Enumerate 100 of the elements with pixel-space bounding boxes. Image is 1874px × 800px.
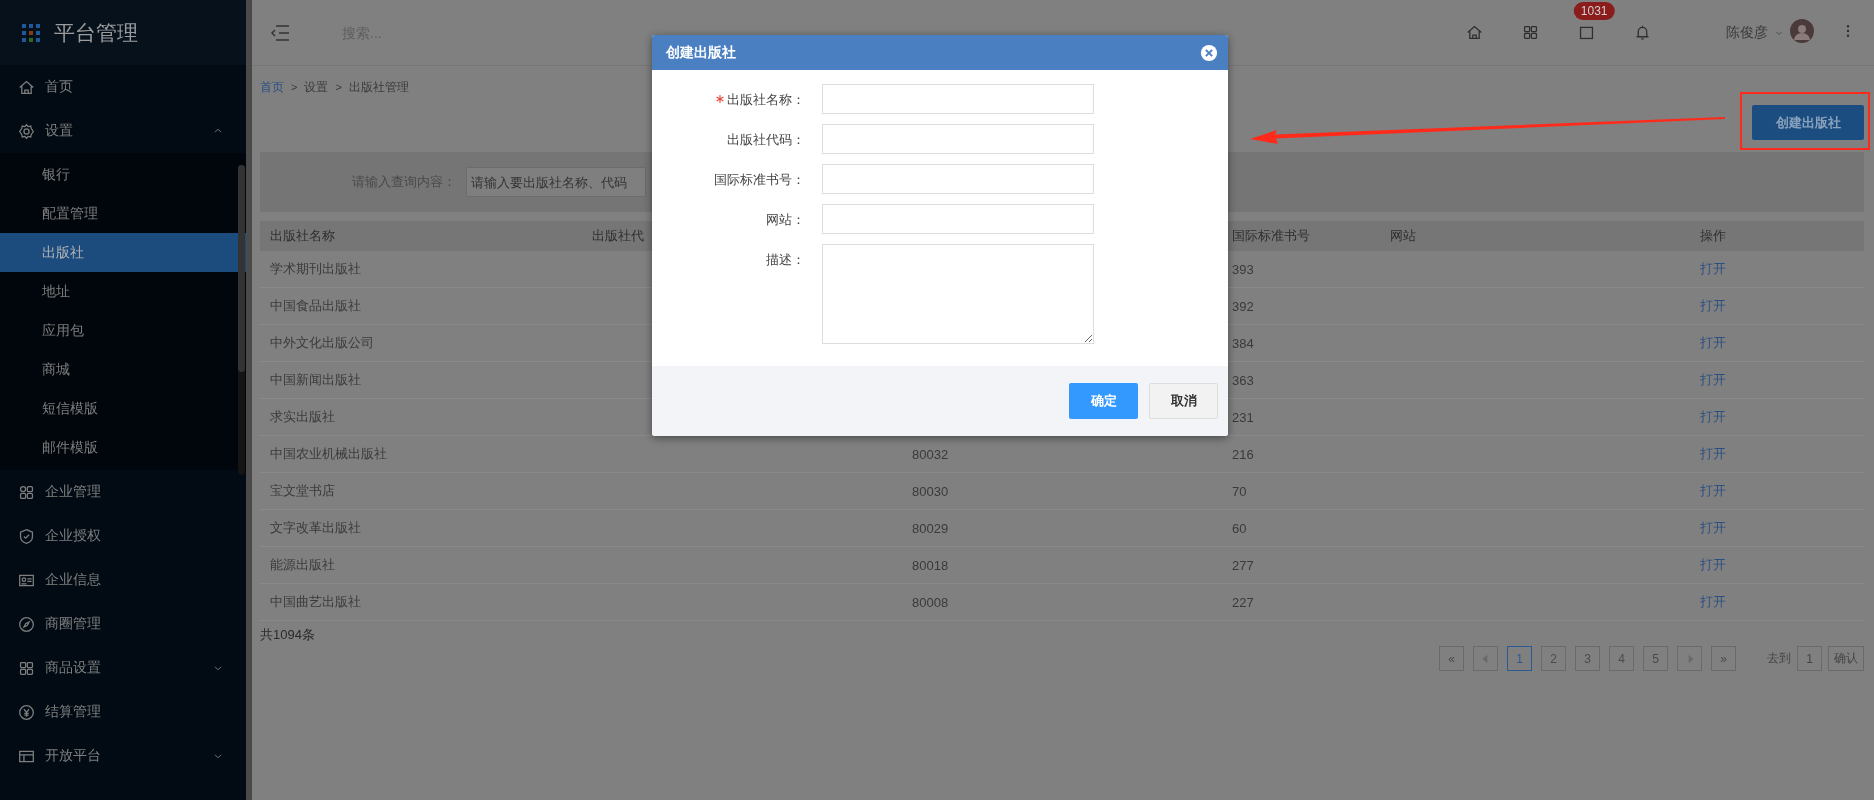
sidebar-item[interactable]: 设置 (0, 109, 246, 153)
sidebar-item[interactable]: 商圈管理 (0, 602, 246, 646)
open-link[interactable]: 打开 (1700, 371, 1726, 389)
table-cell: 393 (1232, 261, 1254, 277)
shield-icon (18, 527, 35, 545)
open-link[interactable]: 打开 (1700, 408, 1726, 426)
text-field[interactable] (822, 204, 1094, 234)
table-cell: 中国新闻出版社 (270, 371, 361, 389)
sidebar-subitem[interactable]: 出版社 (0, 233, 246, 272)
settings-icon (18, 122, 35, 140)
table-cell: 宝文堂书店 (270, 482, 335, 500)
create-button[interactable]: 创建出版社 (1752, 105, 1864, 140)
breadcrumb-link[interactable]: 首页 (260, 78, 284, 96)
table-cell: 384 (1232, 335, 1254, 351)
table-cell: 中外文化出版公司 (270, 334, 374, 352)
user-name[interactable]: 陈俊彦 (1726, 23, 1768, 42)
column-header: 网站 (1390, 221, 1690, 251)
sidebar-subitem[interactable]: 配置管理 (0, 194, 246, 233)
blocks-icon (18, 483, 35, 501)
page-input[interactable]: 1 (1797, 646, 1822, 671)
sidebar-item[interactable]: 开放平台 (0, 734, 246, 778)
table-cell: 80008 (912, 594, 949, 610)
text-field[interactable] (822, 124, 1094, 154)
sidebar-subitem[interactable]: 商城 (0, 350, 246, 389)
box-icon (1577, 24, 1595, 41)
last-page-button[interactable]: » (1711, 646, 1736, 671)
breadcrumb-separator: > (291, 81, 298, 93)
table-cell: 231 (1232, 409, 1254, 425)
open-link[interactable]: 打开 (1700, 334, 1726, 352)
dialog-title: 创建出版社 (666, 43, 737, 62)
open-link[interactable]: 打开 (1700, 297, 1726, 315)
table-cell: 能源出版社 (270, 556, 335, 574)
table-cell: 求实出版社 (270, 408, 335, 426)
search-field[interactable]: 请输入要出版社名称、代码 (466, 167, 646, 197)
table-cell: 70 (1232, 483, 1247, 499)
column-header: 国际标准书号 (1232, 221, 1390, 251)
breadcrumb-separator: > (335, 81, 342, 93)
field-label: 国际标准书号： (714, 171, 805, 189)
close-button[interactable] (1200, 43, 1218, 62)
sidebar-subitem[interactable]: 银行 (0, 155, 246, 194)
table-cell: 392 (1232, 298, 1254, 314)
table-cell: 363 (1232, 372, 1254, 388)
sidebar-item[interactable]: 商品设置 (0, 646, 246, 690)
sidebar-subitem[interactable]: 地址 (0, 272, 246, 311)
breadcrumb-item: 出版社管理 (348, 78, 409, 96)
home-icon (18, 78, 35, 96)
table-cell: 80029 (912, 520, 949, 536)
field-label: 出版社代码： (727, 131, 805, 149)
sidebar-item[interactable]: 首页 (0, 65, 246, 109)
table-cell: 中国曲艺出版社 (270, 593, 361, 611)
table-cell: 中国食品出版社 (270, 297, 361, 315)
open-link[interactable]: 打开 (1700, 593, 1726, 611)
column-header: 出版社名称 (260, 221, 582, 251)
table-cell: 中国农业机械出版社 (270, 445, 387, 463)
sidebar-item[interactable]: 企业授权 (0, 514, 246, 558)
sidebar-subitem[interactable]: 邮件模版 (0, 428, 246, 467)
open-link[interactable]: 打开 (1700, 482, 1726, 500)
cancel-button[interactable]: 取消 (1149, 383, 1218, 419)
first-page-button[interactable]: « (1439, 646, 1464, 671)
avatar-icon (1790, 18, 1814, 43)
table-cell: 227 (1232, 594, 1254, 610)
home-icon (1465, 24, 1483, 41)
logo-icon (22, 23, 40, 42)
table-cell: 60 (1232, 520, 1247, 536)
table-cell: 80018 (912, 557, 949, 573)
confirm-button[interactable]: 确认 (1828, 646, 1864, 671)
sidebar-subitem[interactable]: 短信模版 (0, 389, 246, 428)
field-label: 描述： (766, 251, 805, 269)
table-cell: 80030 (912, 483, 949, 499)
grid-icon (18, 659, 35, 677)
app-title: 平台管理 (54, 19, 138, 47)
sidebar-item[interactable]: 结算管理 (0, 690, 246, 734)
column-header: 操作 (1690, 221, 1864, 251)
description-field[interactable] (822, 244, 1094, 344)
open-link[interactable]: 打开 (1700, 260, 1726, 278)
open-link[interactable]: 打开 (1700, 445, 1726, 463)
text-field[interactable] (822, 164, 1094, 194)
sidebar-subitem[interactable]: 应用包 (0, 311, 246, 350)
table-cell: 80032 (912, 446, 949, 462)
total-count: 共1094条 (260, 626, 316, 644)
ok-button[interactable]: 确定 (1069, 383, 1138, 419)
notification-badge: 1031 (1573, 2, 1615, 20)
sidebar-item[interactable]: 企业信息 (0, 558, 246, 602)
breadcrumb-item: 设置 (304, 78, 329, 96)
table-cell: 216 (1232, 446, 1254, 462)
text-field[interactable] (822, 84, 1094, 114)
close-icon (1200, 43, 1218, 62)
yen-icon (18, 703, 35, 721)
table-cell: 277 (1232, 557, 1254, 573)
scrollbar[interactable] (238, 165, 245, 475)
page-button[interactable]: 1 (1507, 646, 1532, 671)
grid-icon (1521, 24, 1539, 41)
open-link[interactable]: 打开 (1700, 519, 1726, 537)
sidebar-item[interactable]: 企业管理 (0, 470, 246, 514)
table-cell: 文字改革出版社 (270, 519, 361, 537)
open-link[interactable]: 打开 (1700, 556, 1726, 574)
table-cell: 学术期刊出版社 (270, 260, 361, 278)
compass-icon (18, 615, 35, 633)
field-label: 出版社名称： (727, 91, 805, 109)
menu-icon (270, 22, 290, 43)
